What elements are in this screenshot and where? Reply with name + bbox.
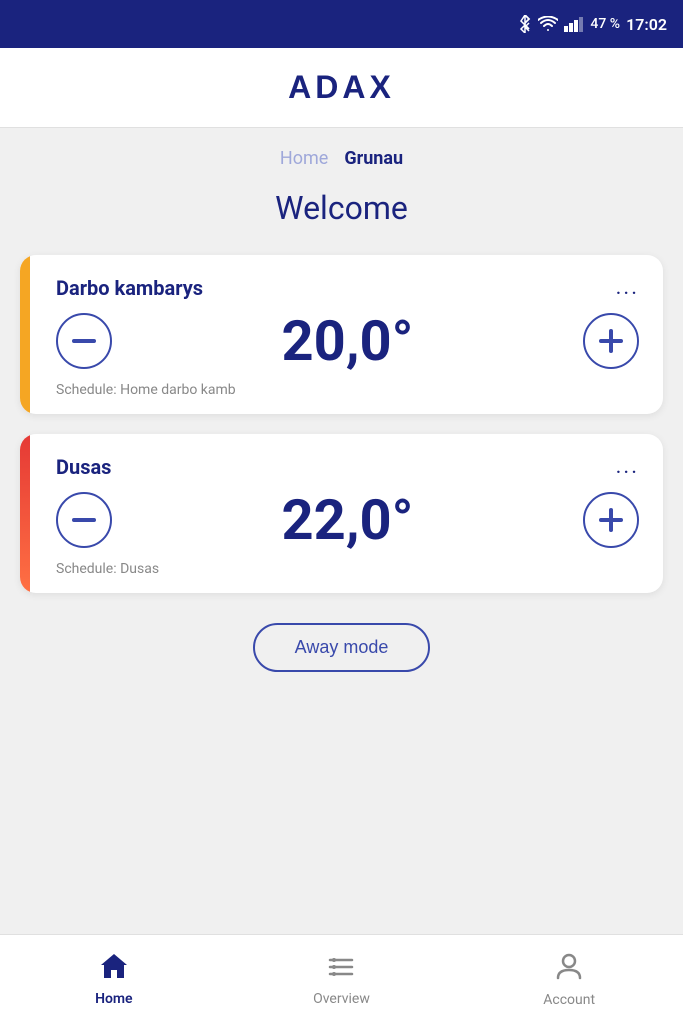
breadcrumb-home[interactable]: Home	[280, 148, 328, 169]
bluetooth-icon	[518, 15, 532, 33]
breadcrumb-grunau[interactable]: Grunau	[344, 148, 403, 169]
nav-label-account: Account	[543, 992, 595, 1008]
clock: 17:02	[626, 15, 667, 34]
bottom-nav: Home Overview Account	[0, 934, 683, 1024]
nav-item-overview[interactable]: Overview	[301, 952, 381, 1007]
away-mode-button[interactable]: Away mode	[253, 623, 431, 672]
schedule-1: Schedule: Home darbo kamb	[56, 382, 639, 398]
increase-temp-1[interactable]	[583, 313, 639, 369]
nav-label-overview: Overview	[313, 991, 370, 1007]
status-icons: 47 % 17:02	[518, 15, 667, 34]
battery-status: 47 %	[590, 16, 620, 32]
decrease-temp-2[interactable]	[56, 492, 112, 548]
card-accent-yellow	[20, 255, 30, 414]
nav-item-home[interactable]: Home	[74, 952, 154, 1007]
breadcrumb: Home Grunau	[280, 148, 403, 169]
temperature-1: 20,0°	[282, 308, 414, 374]
card-accent-orange	[20, 434, 30, 593]
card-header-2: Dusas ...	[56, 454, 639, 479]
app-header: ADAX	[0, 48, 683, 128]
status-bar: 47 % 17:02	[0, 0, 683, 48]
schedule-2: Schedule: Dusas	[56, 561, 639, 577]
room-card-dusas: Dusas ... 22,0° Schedule: Dusas	[20, 434, 663, 593]
room-name-1: Darbo kambarys	[56, 276, 203, 300]
signal-icon	[564, 16, 584, 32]
main-content: Home Grunau Welcome Darbo kambarys ... 2…	[0, 128, 683, 934]
room-menu-2[interactable]: ...	[616, 454, 639, 479]
room-name-2: Dusas	[56, 455, 111, 479]
card-controls-2: 22,0°	[56, 487, 639, 553]
nav-item-account[interactable]: Account	[529, 951, 609, 1008]
away-mode-container: Away mode	[253, 623, 431, 672]
account-icon	[554, 951, 584, 988]
welcome-title: Welcome	[275, 189, 408, 227]
room-menu-1[interactable]: ...	[616, 275, 639, 300]
increase-temp-2[interactable]	[583, 492, 639, 548]
wifi-icon	[538, 16, 558, 32]
home-icon	[99, 952, 129, 987]
app-logo: ADAX	[288, 69, 395, 106]
room-card-darbo-kambarys: Darbo kambarys ... 20,0° Schedule: Home …	[20, 255, 663, 414]
card-header-1: Darbo kambarys ...	[56, 275, 639, 300]
nav-label-home: Home	[95, 991, 133, 1007]
overview-icon	[326, 952, 356, 987]
decrease-temp-1[interactable]	[56, 313, 112, 369]
card-controls-1: 20,0°	[56, 308, 639, 374]
temperature-2: 22,0°	[282, 487, 414, 553]
